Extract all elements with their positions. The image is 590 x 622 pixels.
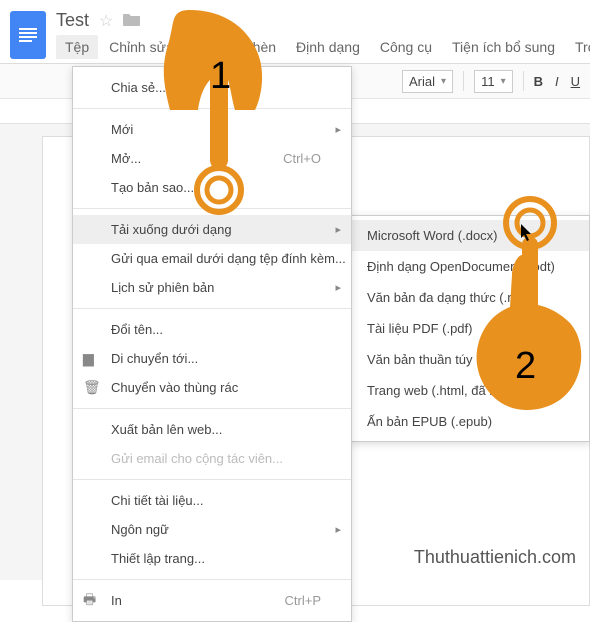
menu-addons[interactable]: Tiện ích bổ sung [443, 35, 564, 59]
shortcut-label: Ctrl+P [285, 593, 321, 608]
menu-email-attachment[interactable]: Gửi qua email dưới dạng tệp đính kèm... [73, 244, 351, 273]
chevron-down-icon: ▾ [441, 76, 446, 87]
folder-icon[interactable] [123, 12, 141, 29]
menu-move-to[interactable]: ▆Di chuyển tới... [73, 344, 351, 373]
menu-open[interactable]: Mở...Ctrl+O [73, 144, 351, 173]
menu-page-setup[interactable]: Thiết lập trang... [73, 544, 351, 573]
watermark: Thuthuattienich.com [414, 547, 576, 568]
font-name: Arial [409, 74, 435, 89]
print-icon: 🖶 [83, 589, 96, 613]
separator [463, 71, 464, 91]
chevron-right-icon: ▸ [335, 523, 341, 536]
menu-make-copy[interactable]: Tạo bản sao... [73, 173, 351, 202]
menu-edit[interactable]: Chỉnh sửa [100, 35, 183, 59]
submenu-docx[interactable]: Microsoft Word (.docx) [351, 220, 589, 251]
menu-tools[interactable]: Công cụ [371, 35, 441, 59]
bold-button[interactable]: B [534, 74, 543, 89]
chevron-right-icon: ▸ [335, 223, 341, 236]
menu-doc-details[interactable]: Chi tiết tài liệu... [73, 486, 351, 515]
star-icon[interactable]: ☆ [99, 11, 113, 31]
menubar: Tệp Chỉnh sửa Xem Chèn Định dạng Công cụ… [56, 35, 590, 59]
title-area: Test ☆ Tệp Chỉnh sửa Xem Chèn Định dạng … [56, 10, 590, 59]
menu-share[interactable]: Chia sẻ... [73, 73, 351, 102]
menu-insert[interactable]: Chèn [234, 35, 285, 59]
submenu-odt[interactable]: Định dạng OpenDocument (.odt) [351, 251, 589, 282]
file-menu-dropdown: Chia sẻ... Mới▸ Mở...Ctrl+O Tạo bản sao.… [72, 66, 352, 622]
menu-language[interactable]: Ngôn ngữ▸ [73, 515, 351, 544]
menu-print[interactable]: 🖶InCtrl+P [73, 586, 351, 615]
chevron-right-icon: ▸ [335, 281, 341, 294]
underline-button[interactable]: U [571, 74, 580, 89]
download-as-submenu: Microsoft Word (.docx) Định dạng OpenDoc… [350, 215, 590, 442]
doc-title[interactable]: Test [56, 10, 89, 31]
header: Test ☆ Tệp Chỉnh sửa Xem Chèn Định dạng … [0, 0, 590, 59]
menu-version-history[interactable]: Lịch sử phiên bản▸ [73, 273, 351, 302]
menu-publish[interactable]: Xuất bản lên web... [73, 415, 351, 444]
menu-download-as[interactable]: Tải xuống dưới dạng▸ [73, 215, 351, 244]
menu-new[interactable]: Mới▸ [73, 115, 351, 144]
menu-move-trash[interactable]: 🗑Chuyển vào thùng rác [73, 373, 351, 402]
docs-logo-icon[interactable] [10, 11, 46, 59]
trash-icon: 🗑 [83, 379, 101, 396]
submenu-epub[interactable]: Ấn bản EPUB (.epub) [351, 406, 589, 437]
menu-view[interactable]: Xem [185, 35, 232, 59]
separator [523, 71, 524, 91]
menu-format[interactable]: Định dạng [287, 35, 369, 59]
chevron-down-icon: ▾ [501, 76, 506, 87]
shortcut-label: Ctrl+O [283, 151, 321, 166]
submenu-rtf[interactable]: Văn bản đa dạng thức (.rtf) [351, 282, 589, 313]
menu-rename[interactable]: Đổi tên... [73, 315, 351, 344]
submenu-html[interactable]: Trang web (.html, đã nén) [351, 375, 589, 406]
italic-button[interactable]: I [555, 74, 559, 89]
font-select[interactable]: Arial ▾ [402, 70, 453, 93]
submenu-txt[interactable]: Văn bản thuần túy (.txt) [351, 344, 589, 375]
format-buttons: B I U [534, 74, 580, 89]
submenu-pdf[interactable]: Tài liệu PDF (.pdf) [351, 313, 589, 344]
font-size: 11 [481, 74, 495, 89]
menu-help[interactable]: Trợ giú [566, 35, 590, 59]
menu-email-collab: Gửi email cho cộng tác viên... [73, 444, 351, 473]
font-size-select[interactable]: 11 ▾ [474, 70, 513, 93]
folder-icon: ▆ [83, 350, 94, 367]
menu-file[interactable]: Tệp [56, 35, 98, 59]
chevron-right-icon: ▸ [335, 123, 341, 136]
